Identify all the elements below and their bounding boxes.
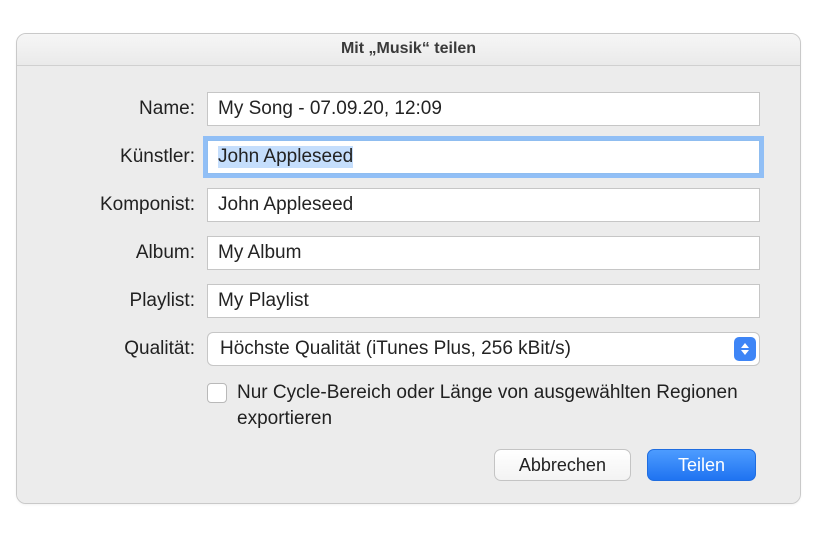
row-cycle-export: Nur Cycle-Bereich oder Länge von ausgewä… [57,380,760,431]
row-composer: Komponist: [57,188,760,222]
album-label: Album: [57,242,207,264]
share-music-dialog: Mit „Musik“ teilen Name: Künstler: Kompo… [16,33,801,504]
cycle-export-label: Nur Cycle-Bereich oder Länge von ausgewä… [237,380,760,431]
dialog-title: Mit „Musik“ teilen [341,40,476,58]
composer-input[interactable] [207,188,760,222]
composer-label: Komponist: [57,194,207,216]
playlist-label: Playlist: [57,290,207,312]
dialog-content: Name: Künstler: Komponist: Album: Playli… [17,66,800,503]
name-label: Name: [57,98,207,120]
playlist-input[interactable] [207,284,760,318]
share-button[interactable]: Teilen [647,449,756,481]
row-playlist: Playlist: [57,284,760,318]
artist-input[interactable] [207,140,760,174]
album-input[interactable] [207,236,760,270]
artist-label: Künstler: [57,146,207,168]
row-artist: Künstler: [57,140,760,174]
quality-select[interactable]: Höchste Qualität (iTunes Plus, 256 kBit/… [207,332,760,366]
name-input[interactable] [207,92,760,126]
cycle-export-checkbox[interactable] [207,383,227,403]
quality-label: Qualität: [57,338,207,360]
quality-select-wrap: Höchste Qualität (iTunes Plus, 256 kBit/… [207,332,760,366]
cancel-button[interactable]: Abbrechen [494,449,631,481]
dialog-titlebar: Mit „Musik“ teilen [17,34,800,66]
dialog-buttons: Abbrechen Teilen [57,449,760,481]
row-album: Album: [57,236,760,270]
row-quality: Qualität: Höchste Qualität (iTunes Plus,… [57,332,760,366]
row-name: Name: [57,92,760,126]
